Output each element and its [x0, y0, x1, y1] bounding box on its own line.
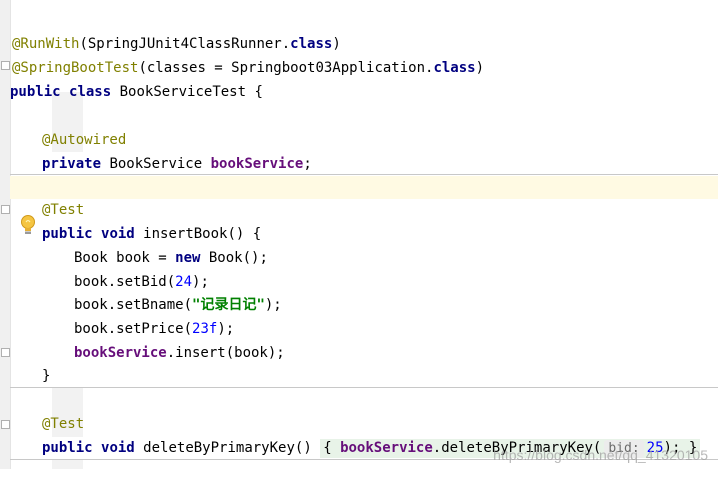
code-line[interactable]: public void deleteByPrimaryKey() { bookS… [10, 414, 718, 458]
type-token: BookService [109, 156, 203, 172]
field-token: bookService [340, 440, 433, 456]
code-line[interactable]: @SpringBootTest(classes = Springboot03Ap… [10, 34, 718, 76]
code-line[interactable]: public class BookServiceTest { [10, 58, 718, 100]
field-token: bookService [210, 156, 304, 172]
code-text: ; [303, 156, 312, 172]
code-line[interactable]: @RunWith(SpringJUnit4ClassRunner.class) [10, 10, 718, 52]
open-brace: { [323, 440, 332, 456]
fold-marker-icon[interactable] [1, 205, 10, 214]
code-line[interactable]: @Test [10, 390, 718, 432]
keyword-token: class [69, 84, 112, 100]
keyword-token: void [101, 440, 135, 456]
current-line[interactable]: @Test [10, 176, 718, 218]
code-line[interactable]: book.setBname("记录日记"); [10, 271, 718, 313]
code-line[interactable]: Book book = new Book(); [10, 224, 718, 266]
keyword-token: public [10, 84, 61, 100]
fold-marker-icon[interactable] [1, 420, 10, 429]
keyword-token: private [42, 156, 102, 172]
code-line[interactable]: @Autowired [10, 106, 718, 148]
code-line[interactable]: book.setPrice(23f); [10, 295, 718, 337]
watermark-text: https://blog.csdn.net/qq_41320105 [493, 447, 708, 463]
fold-marker-icon[interactable] [1, 61, 10, 70]
code-line[interactable]: private BookService bookService; [10, 130, 718, 172]
keyword-token: public [42, 440, 93, 456]
method-declaration: deleteByPrimaryKey() [143, 440, 312, 456]
indent-guide [52, 459, 83, 469]
code-line[interactable]: } [10, 342, 718, 384]
closing-brace: } [42, 368, 51, 384]
lightbulb-icon[interactable] [19, 214, 37, 236]
code-line[interactable]: public void insertBook() { [10, 200, 718, 242]
class-declaration: BookServiceTest { [119, 84, 263, 100]
code-line[interactable]: bookService.insert(book); [10, 319, 718, 361]
code-line[interactable]: book.setBid(24); [10, 248, 718, 290]
code-editor[interactable]: @RunWith(SpringJUnit4ClassRunner.class) … [10, 0, 718, 469]
fold-marker-icon[interactable] [1, 348, 10, 357]
method-separator [10, 387, 718, 388]
method-separator [10, 174, 718, 175]
